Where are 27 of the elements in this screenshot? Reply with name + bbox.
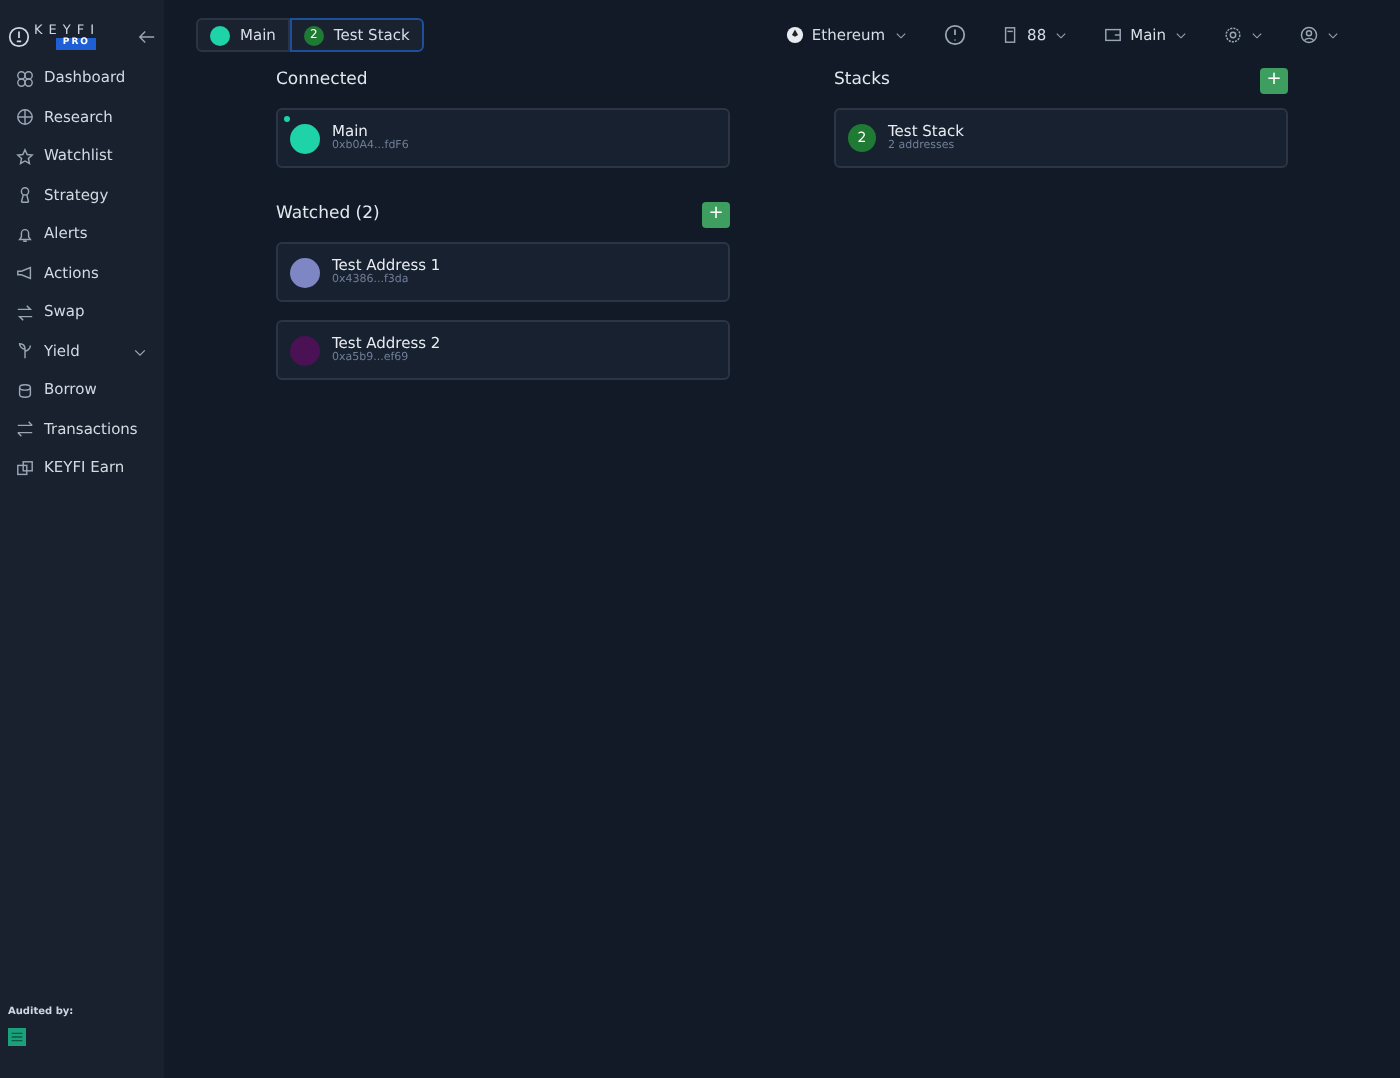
back-arrow-icon[interactable] xyxy=(138,28,156,47)
account-menu[interactable] xyxy=(1300,26,1340,44)
coins-icon xyxy=(16,381,34,399)
swap-icon xyxy=(16,303,34,321)
grid-icon xyxy=(16,69,34,87)
wallet-icon xyxy=(1104,26,1123,44)
plant-icon xyxy=(16,342,34,360)
section-title: Stacks xyxy=(834,68,890,94)
settings-icon xyxy=(1224,26,1242,44)
chevron-down-icon xyxy=(1326,28,1340,42)
user-icon xyxy=(1300,26,1318,44)
section-title: Watched (2) xyxy=(276,202,380,228)
star-icon xyxy=(16,147,34,165)
megaphone-icon xyxy=(16,264,34,282)
globe-icon xyxy=(16,108,34,126)
chevron-down-icon xyxy=(1054,28,1069,42)
arrows-icon xyxy=(16,420,34,438)
settings-menu[interactable] xyxy=(1224,26,1264,44)
ethereum-icon xyxy=(785,26,804,44)
info-icon[interactable] xyxy=(943,24,966,46)
auditor-logo-icon xyxy=(8,1028,26,1047)
bell-icon xyxy=(16,225,34,243)
chevron-down-icon xyxy=(1250,28,1264,42)
logo-icon xyxy=(8,26,30,49)
section-title: Connected xyxy=(276,68,368,94)
chevron-down-icon xyxy=(1174,28,1188,42)
chevron-down-icon xyxy=(893,28,908,42)
